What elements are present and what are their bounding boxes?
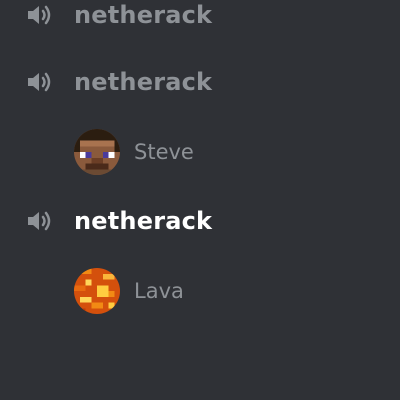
member-name: Lava xyxy=(134,279,184,303)
channel-name: netherack xyxy=(74,1,213,29)
voice-channel-netherack-3[interactable]: netherack xyxy=(24,201,212,241)
channel-name: netherack xyxy=(74,68,213,96)
speaker-icon xyxy=(24,69,58,95)
channel-name: netherack xyxy=(74,207,213,235)
speaker-icon xyxy=(24,2,58,28)
voice-member-lava[interactable]: Lava xyxy=(74,267,184,315)
steve-avatar xyxy=(74,129,120,175)
voice-channel-netherack-1[interactable]: netherack xyxy=(24,0,212,35)
speaker-icon xyxy=(24,208,58,234)
voice-member-steve[interactable]: Steve xyxy=(74,128,194,176)
lava-avatar xyxy=(74,268,120,314)
voice-channel-netherack-2[interactable]: netherack xyxy=(24,62,212,102)
member-name: Steve xyxy=(134,140,194,164)
